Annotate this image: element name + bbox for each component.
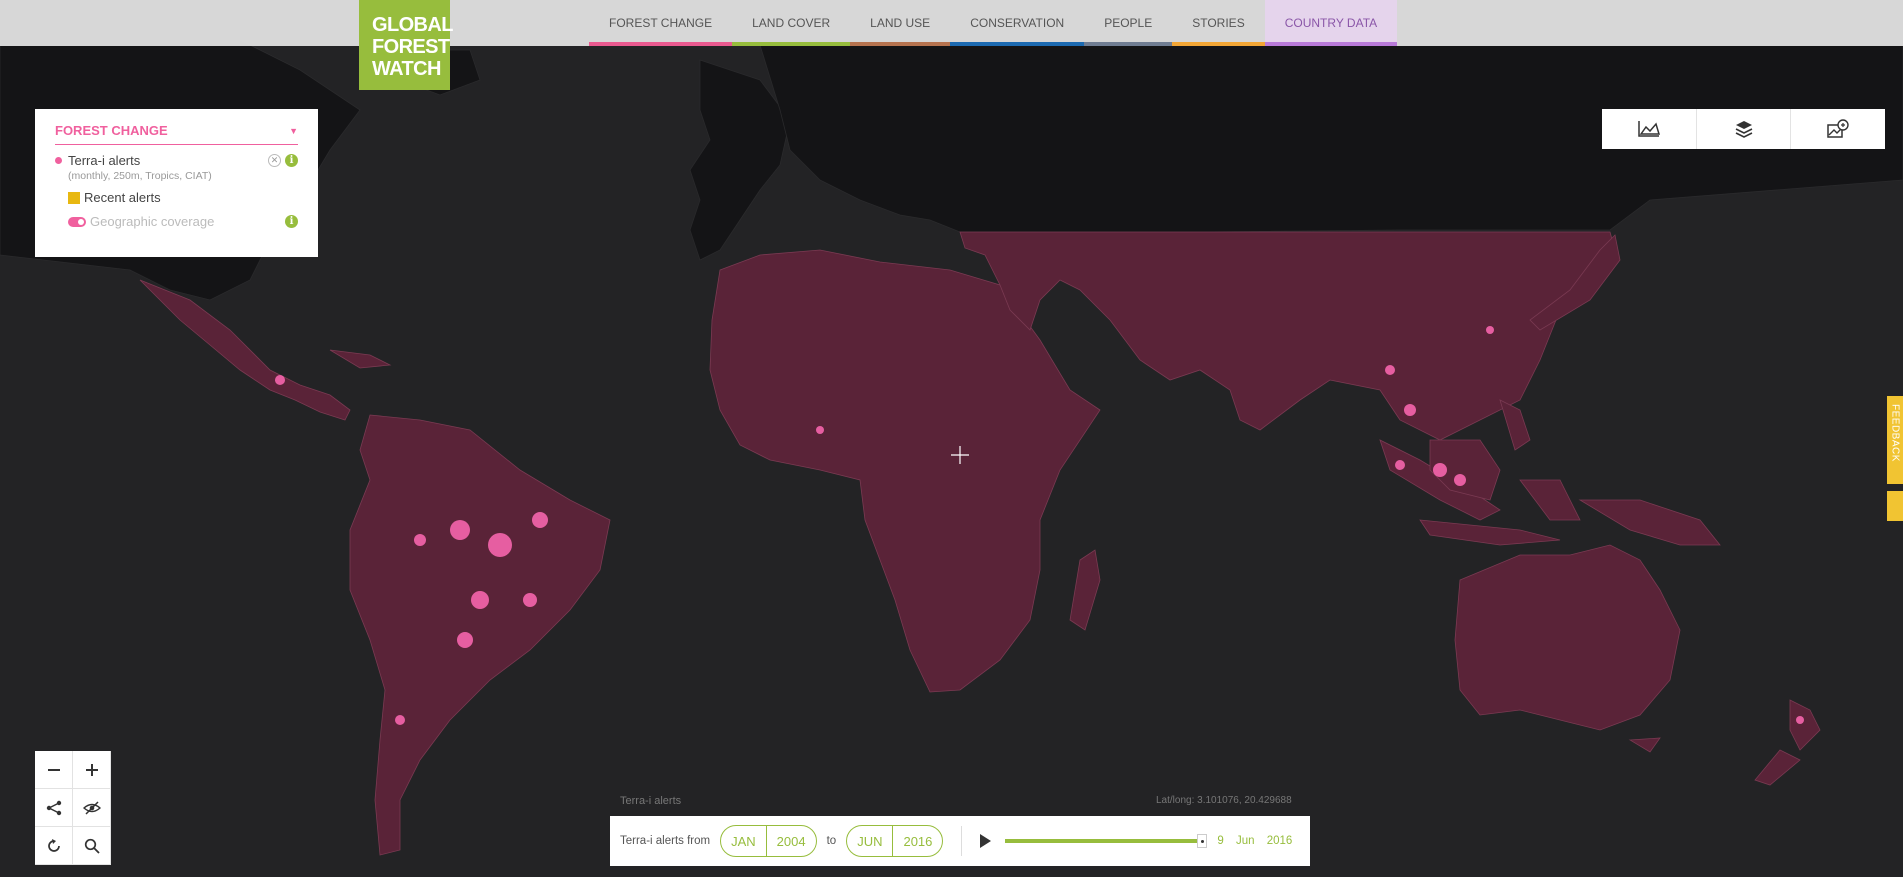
feedback-label: FEEDBACK [1889,404,1901,462]
layer-legend-panel: FOREST CHANGE ▼ Terra-i alerts ✕ i (mont… [35,109,318,257]
latlng-readout: Lat/long: 3.101076, 20.429688 [1156,795,1292,806]
caret-down-icon[interactable]: ▼ [289,126,298,136]
chart-icon [1638,121,1660,137]
analysis-button[interactable] [1602,109,1697,149]
zoom-out-button[interactable] [35,751,73,789]
search-button[interactable] [73,827,111,865]
logo-line-2: FOREST [372,36,450,58]
current-day: 9 [1217,835,1224,847]
hide-icon [82,800,101,815]
geographic-coverage-row: Geographic coverage i [68,214,298,229]
main-nav: FOREST CHANGE LAND COVER LAND USE CONSER… [589,0,1398,46]
from-month[interactable]: JAN [721,826,766,856]
to-date-picker[interactable]: JUN 2016 [846,825,944,857]
recent-alerts-swatch [68,191,80,204]
basemap-icon [1827,119,1849,138]
gfw-logo[interactable]: GLOBAL FOREST WATCH [359,0,453,90]
share-icon [46,800,61,815]
nav-land-use[interactable]: LAND USE [850,0,951,46]
recent-alerts-legend: Recent alerts [68,190,298,205]
layer-row-terra-i: Terra-i alerts ✕ i [55,153,298,168]
to-month[interactable]: JUN [847,826,892,856]
layers-icon [1735,121,1752,138]
nav-land-cover[interactable]: LAND COVER [732,0,851,46]
zoom-out-icon [47,768,60,771]
close-layer-icon[interactable]: ✕ [268,154,281,167]
nav-people[interactable]: PEOPLE [1084,0,1173,46]
feedback-tab[interactable]: FEEDBACK [1887,396,1903,484]
zoom-in-button[interactable] [73,751,111,789]
reset-icon [47,838,60,852]
nav-stories[interactable]: STORIES [1172,0,1265,46]
nav-forest-change[interactable]: FOREST CHANGE [589,0,733,46]
coverage-label: Geographic coverage [90,214,215,229]
layer-metadata: (monthly, 250m, Tropics, CIAT) [68,170,212,182]
timeline-divider [961,826,963,856]
zoom-in-icon [85,763,98,776]
layer-attribution: Terra-i alerts [620,795,682,807]
slider-handle[interactable] [1197,834,1208,848]
layer-color-dot [55,157,62,164]
hide-ui-button[interactable] [73,789,111,827]
share-button[interactable] [35,789,73,827]
timeline-label: Terra-i alerts from [620,835,711,847]
current-date: 9 Jun 2016 [1217,835,1301,847]
basemap-button[interactable] [1791,109,1885,149]
from-year[interactable]: 2004 [765,826,816,856]
coverage-region [139,231,1821,856]
current-month: Jun [1236,835,1255,847]
timeline-bar: Terra-i alerts from JAN 2004 to JUN 2016… [610,816,1310,866]
timeline-to-label: to [826,835,837,847]
logo-line-1: GLOBAL [372,14,453,36]
layers-button[interactable] [1697,109,1792,149]
current-year: 2016 [1266,835,1293,847]
timeline-slider[interactable] [1005,834,1208,848]
coverage-toggle[interactable] [68,216,86,227]
legend-category-header[interactable]: FOREST CHANGE ▼ [55,123,298,145]
legend-category-title: FOREST CHANGE [55,123,168,138]
reset-button[interactable] [35,827,73,865]
to-year[interactable]: 2016 [892,826,942,856]
feedback-secondary-tab[interactable] [1887,491,1903,521]
play-icon[interactable] [980,834,992,848]
from-date-picker[interactable]: JAN 2004 [720,825,817,857]
recent-alerts-label: Recent alerts [84,190,161,205]
info-icon[interactable]: i [285,154,298,167]
map-controls [35,751,111,865]
top-navigation-bar: FOREST CHANGE LAND COVER LAND USE CONSER… [0,0,1903,46]
coverage-info-icon[interactable]: i [285,215,298,228]
nav-conservation[interactable]: CONSERVATION [950,0,1085,46]
crosshair-cursor-icon [951,446,969,464]
right-toolbar [1602,109,1885,149]
search-icon [84,838,100,854]
logo-line-3: WATCH [372,58,441,80]
layer-name: Terra-i alerts [68,153,141,168]
nav-country-data[interactable]: COUNTRY DATA [1264,0,1398,46]
